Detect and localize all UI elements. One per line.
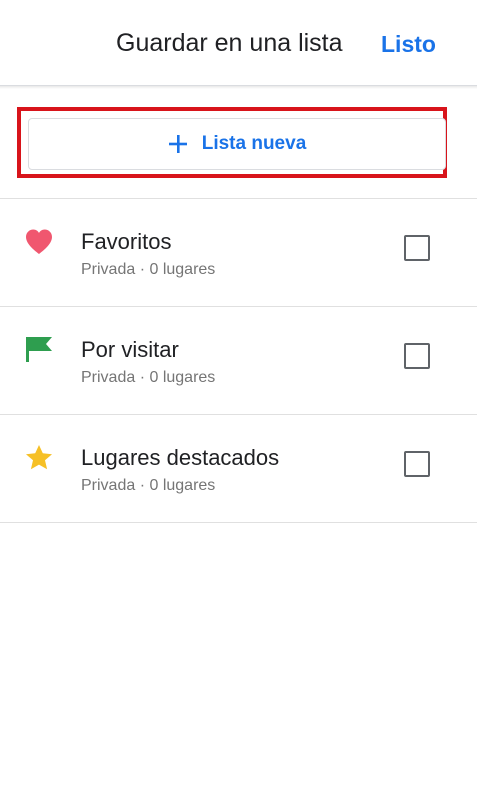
list-checkbox-por-visitar[interactable] [404, 343, 430, 369]
page-title: Guardar en una lista [116, 29, 343, 57]
star-icon [26, 445, 52, 470]
header: Guardar en una lista Listo [0, 0, 477, 86]
header-shadow [0, 86, 477, 89]
flag-icon [26, 337, 52, 362]
list-checkbox-lugares-destacados[interactable] [404, 451, 430, 477]
heart-icon [26, 229, 52, 254]
list-item-favoritos[interactable]: Favoritos Privada · 0 lugares [0, 199, 477, 307]
list-item-subtitle: Privada · 0 lugares [81, 369, 216, 386]
plus-icon [168, 135, 187, 153]
list-checkbox-favoritos[interactable] [404, 235, 430, 261]
list-item-por-visitar[interactable]: Por visitar Privada · 0 lugares [0, 307, 477, 415]
list-item-title: Favoritos [81, 229, 172, 254]
list-item-title: Por visitar [81, 337, 179, 362]
new-list-label: Lista nueva [201, 133, 307, 154]
list-item-subtitle: Privada · 0 lugares [81, 261, 216, 278]
list-item-lugares-destacados[interactable]: Lugares destacados Privada · 0 lugares [0, 415, 477, 523]
new-list-button[interactable]: Lista nueva [28, 118, 446, 170]
done-button[interactable]: Listo [381, 28, 436, 60]
list-item-subtitle: Privada · 0 lugares [81, 477, 216, 494]
divider [0, 522, 477, 523]
list-item-title: Lugares destacados [81, 445, 280, 470]
